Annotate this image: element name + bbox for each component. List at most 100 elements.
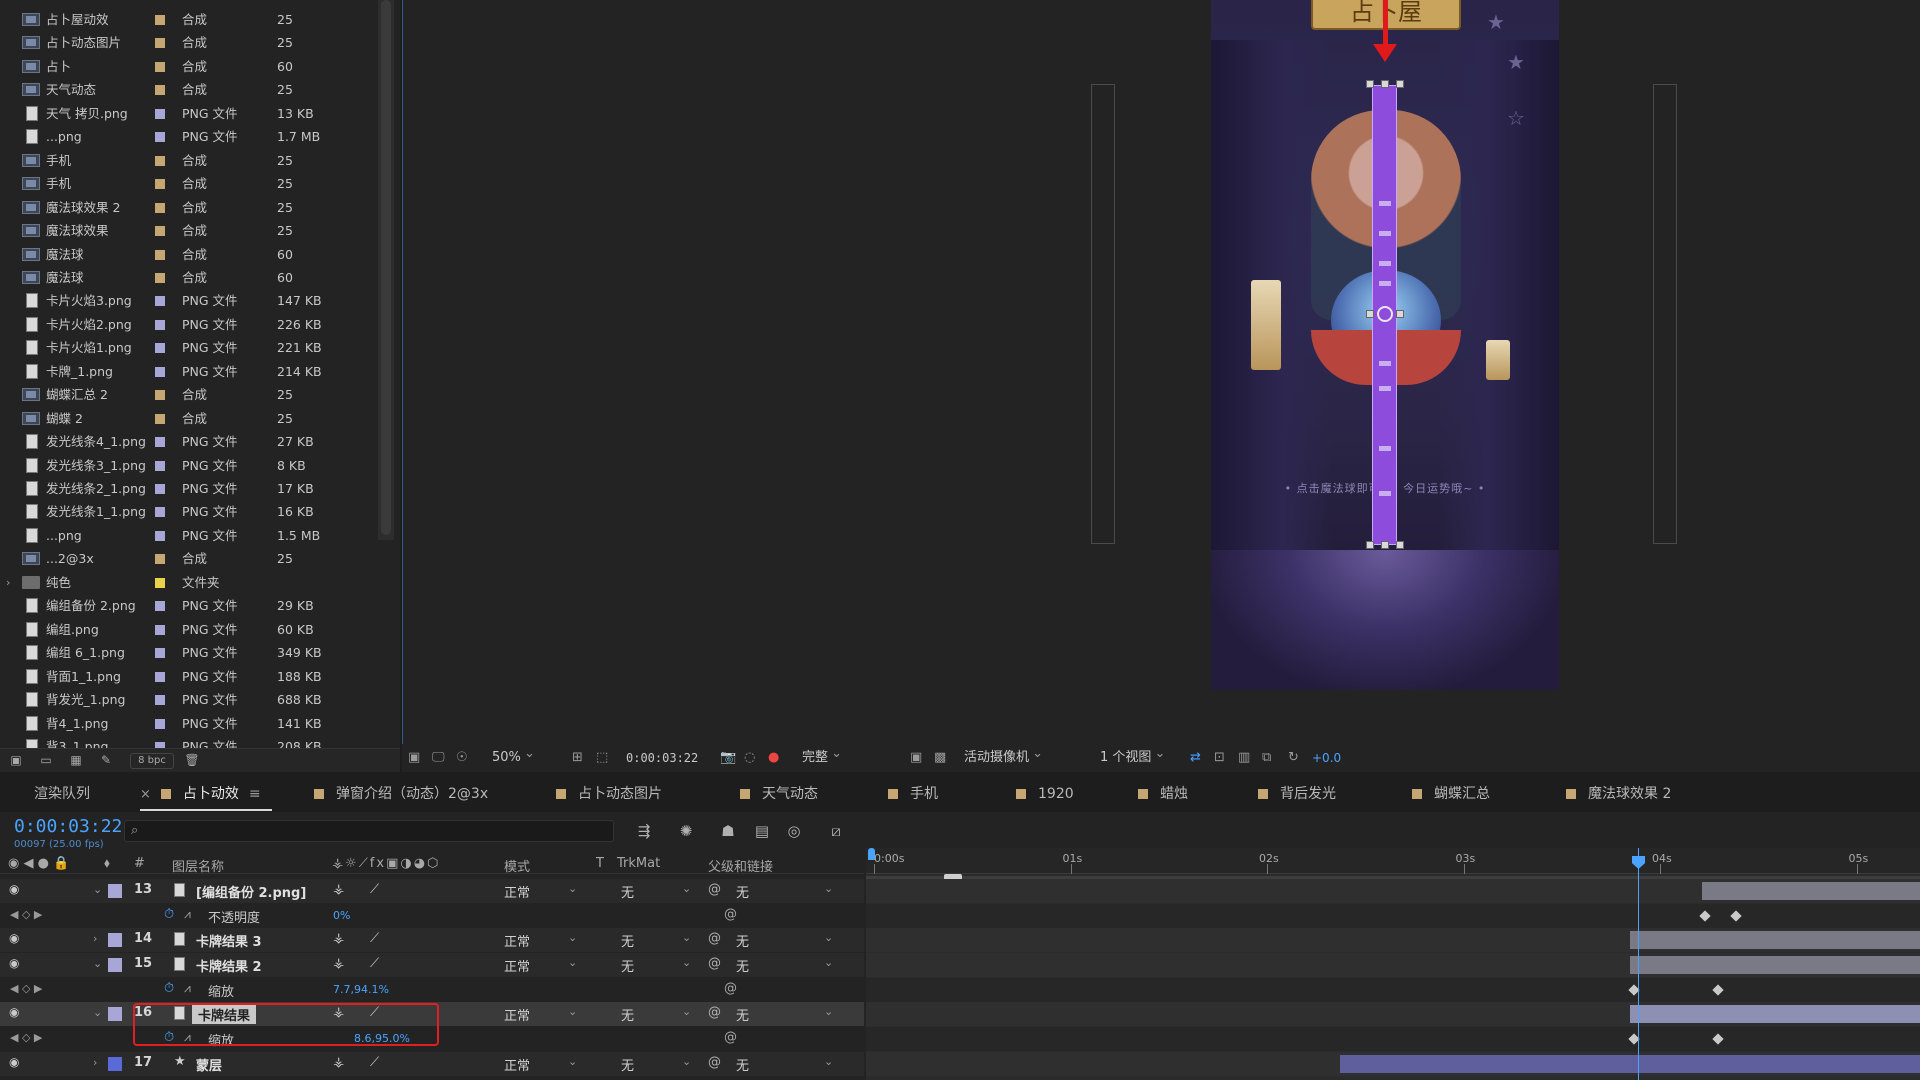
trkmat-select[interactable]: 无 (621, 1005, 634, 1024)
anchor-point[interactable] (1377, 306, 1393, 322)
project-item[interactable]: 编组备份 2.png PNG 文件 29 KB (0, 594, 376, 617)
project-item[interactable]: 天气 拷贝.png PNG 文件 13 KB (0, 102, 376, 125)
parent-select[interactable]: 无 (736, 931, 749, 950)
comp-mini-flowchart-icon[interactable]: ⇶ (634, 821, 654, 841)
property-value[interactable]: 0% (333, 909, 350, 922)
channel-icon[interactable]: ● (768, 750, 779, 766)
project-item[interactable]: 魔法球 合成 60 (0, 243, 376, 266)
twirl-arrow-icon[interactable]: ⌄ (93, 883, 102, 896)
label-color-swatch[interactable] (155, 577, 165, 588)
trash-icon[interactable]: 🗑 (184, 753, 200, 767)
work-area-start-handle[interactable] (868, 848, 875, 860)
shy-switch-icon[interactable]: ⚶ (333, 1055, 344, 1070)
time-ruler[interactable]: 0:00s 01s 02s 03s 04s 05s (866, 848, 1920, 874)
trkmat-select[interactable]: 无 (621, 931, 634, 950)
tab-comp[interactable]: 背后发光 (1258, 776, 1336, 812)
blend-mode-select[interactable]: 正常 (504, 1005, 530, 1024)
project-item[interactable]: 发光线条4_1.png PNG 文件 27 KB (0, 430, 376, 453)
shy-switch-icon[interactable]: ⚶ (333, 882, 344, 897)
label-color-swatch[interactable] (155, 249, 165, 260)
transform-handle[interactable] (1366, 541, 1374, 549)
layer-name[interactable]: 蒙层 (196, 1055, 222, 1074)
current-time[interactable]: 0:00:03:22 (14, 816, 122, 837)
fast-previews-icon[interactable]: ▣ (910, 750, 922, 766)
graph-editor-icon[interactable]: ⧄ (826, 821, 846, 841)
chevron-down-icon[interactable]: ⌄ (568, 956, 577, 969)
reset-exposure-icon[interactable]: ↻ (1288, 750, 1299, 766)
label-color-swatch[interactable] (155, 554, 165, 565)
tab-comp[interactable]: 手机 (888, 776, 938, 812)
parent-select[interactable]: 无 (736, 1005, 749, 1024)
layer-name[interactable]: [编组备份 2.png] (196, 882, 306, 901)
eye-icon[interactable]: ◉ (9, 1005, 19, 1019)
transform-handle[interactable] (1366, 80, 1374, 88)
tab-comp[interactable]: 弹窗介绍（动态）2@3x (314, 776, 488, 812)
layer-track[interactable] (866, 879, 1920, 903)
label-color-swatch[interactable] (155, 366, 165, 377)
tab-comp[interactable]: × 占卜动效 ≡ (140, 776, 261, 812)
project-item[interactable]: 背面1_1.png PNG 文件 188 KB (0, 665, 376, 688)
comp-flow-icon[interactable]: ⧉ (1262, 750, 1271, 766)
layer-label-swatch[interactable] (108, 1007, 122, 1021)
label-color-swatch[interactable] (155, 319, 165, 330)
label-color-swatch[interactable] (155, 648, 165, 659)
pick-whip-icon[interactable]: @ (708, 882, 721, 897)
chevron-down-icon[interactable]: ⌄ (682, 956, 691, 969)
label-color-swatch[interactable] (155, 484, 165, 494)
expression-pick-whip-icon[interactable]: @ (724, 1030, 737, 1045)
eye-icon[interactable]: ◉ (9, 882, 19, 896)
twirl-arrow-icon[interactable]: ⌄ (93, 1006, 102, 1019)
label-color-swatch[interactable] (155, 601, 165, 612)
property-row[interactable]: ◀ ◇ ▶ ⏱ ⩘ 缩放 7.7,94.1% @ (0, 978, 864, 1002)
draft-3d-icon[interactable]: ✺ (676, 821, 696, 841)
keyframe-marker[interactable] (1712, 984, 1724, 996)
eye-icon[interactable]: ◉ (9, 931, 19, 945)
keyframe-navigator-icon[interactable]: ◀ ◇ ▶ (10, 908, 42, 921)
eye-icon[interactable]: ◉ (9, 956, 19, 970)
transform-handle[interactable] (1396, 80, 1404, 88)
chevron-down-icon[interactable]: ⌄ (682, 1055, 691, 1068)
chevron-down-icon[interactable]: ⌄ (682, 931, 691, 944)
layer-duration-bar[interactable] (1630, 931, 1920, 949)
project-item[interactable]: 编组.png PNG 文件 60 KB (0, 618, 376, 641)
show-snapshot-icon[interactable]: ◌ (744, 750, 755, 766)
tab-menu-icon[interactable]: ≡ (249, 786, 261, 802)
project-item[interactable]: 占卜动态图片 合成 25 (0, 31, 376, 54)
project-settings-icon[interactable]: ✎ (98, 753, 114, 767)
keyframe-navigator-icon[interactable]: ◀ ◇ ▶ (10, 982, 42, 995)
project-item[interactable]: 占卜 合成 60 (0, 55, 376, 78)
chevron-down-icon[interactable]: ⌄ (568, 882, 577, 895)
project-item[interactable]: 占卜屋动效 合成 25 (0, 8, 376, 31)
layer-track[interactable] (866, 928, 1920, 952)
label-color-swatch[interactable] (155, 507, 165, 518)
project-item[interactable]: 魔法球效果 2 合成 25 (0, 196, 376, 219)
tab-comp[interactable]: 渲染队列 (34, 776, 90, 812)
project-item[interactable]: 蝴蝶汇总 2 合成 25 (0, 383, 376, 406)
layer-track[interactable] (866, 1052, 1920, 1076)
chevron-down-icon[interactable]: ⌄ (682, 1005, 691, 1018)
keyframe-marker[interactable] (1712, 1033, 1724, 1045)
parent-select[interactable]: 无 (736, 1055, 749, 1074)
label-color-swatch[interactable] (155, 179, 165, 190)
quality-switch-icon[interactable]: ⟋ (370, 882, 379, 897)
roi-icon[interactable]: ⬚ (596, 750, 608, 766)
twirl-arrow-icon[interactable]: ⌄ (93, 957, 102, 970)
trkmat-select[interactable]: 无 (621, 882, 634, 901)
label-color-swatch[interactable] (155, 718, 165, 729)
tab-comp[interactable]: 蝴蝶汇总 (1412, 776, 1490, 812)
quality-switch-icon[interactable]: ⟋ (370, 1055, 379, 1070)
transform-handle[interactable] (1396, 541, 1404, 549)
project-item[interactable]: 卡牌_1.png PNG 文件 214 KB (0, 360, 376, 383)
layer-label-swatch[interactable] (108, 1057, 122, 1071)
project-item[interactable]: › 纯色 文件夹 (0, 571, 376, 594)
pick-whip-icon[interactable]: @ (708, 931, 721, 946)
layer-label-swatch[interactable] (108, 884, 122, 898)
transform-handle[interactable] (1381, 80, 1389, 88)
bit-depth-button[interactable]: 8 bpc (130, 753, 174, 769)
project-item[interactable]: 发光线条3_1.png PNG 文件 8 KB (0, 454, 376, 477)
label-color-swatch[interactable] (155, 530, 165, 541)
chevron-down-icon[interactable]: ⌄ (824, 956, 833, 969)
blend-mode-select[interactable]: 正常 (504, 956, 530, 975)
keyframe-navigator-icon[interactable]: ◀ ◇ ▶ (10, 1031, 42, 1044)
transform-handle[interactable] (1396, 310, 1404, 318)
